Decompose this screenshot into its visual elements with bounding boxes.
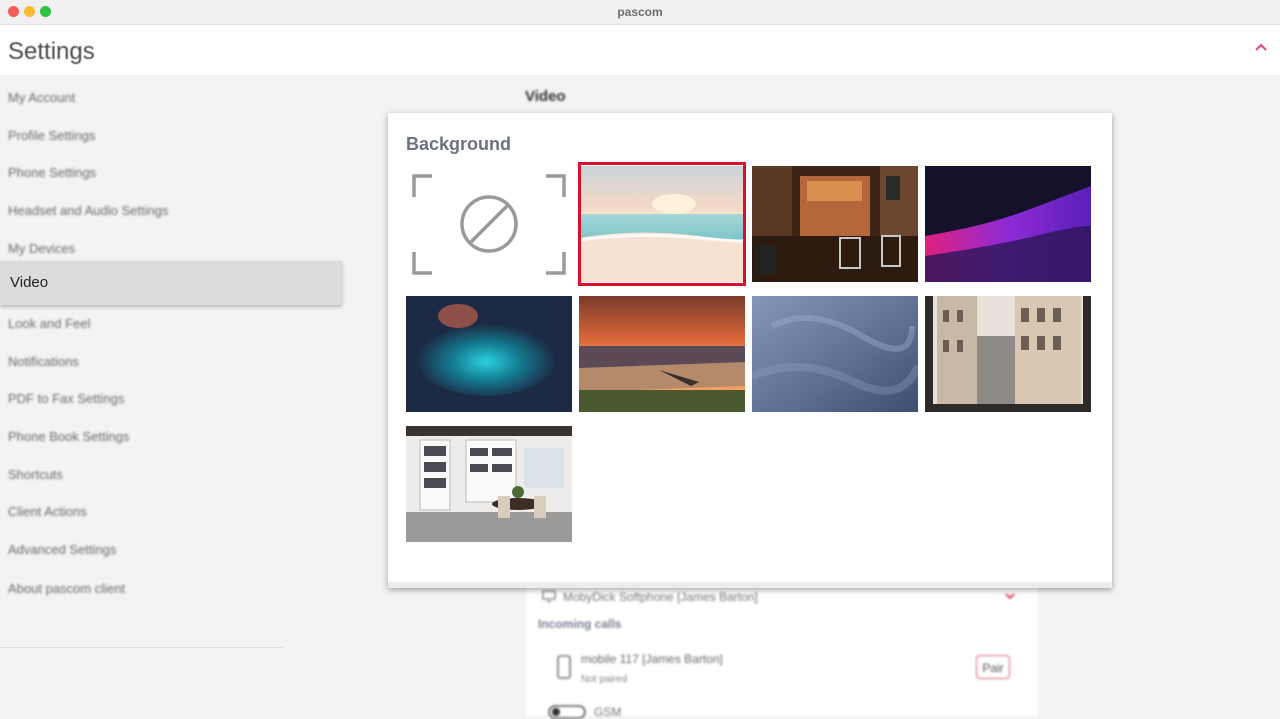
sidebar-item-headset-audio[interactable]: Headset and Audio Settings xyxy=(8,203,168,218)
no-background-icon xyxy=(412,174,566,275)
sidebar-item-label: Video xyxy=(10,274,49,291)
gsm-toggle[interactable] xyxy=(548,705,586,719)
sidebar-item-phone-book[interactable]: Phone Book Settings xyxy=(8,429,129,444)
devices-panel: MobyDick Softphone [James Barton] Incomi… xyxy=(526,585,1038,719)
settings-sidebar: My Account Profile Settings Phone Settin… xyxy=(0,78,342,708)
chevron-up-icon[interactable] xyxy=(1254,41,1268,55)
softphone-device-name: MobyDick Softphone [James Barton] xyxy=(563,590,758,604)
section-title: Video xyxy=(525,88,566,105)
background-option-beach[interactable] xyxy=(579,166,745,282)
header: Settings xyxy=(0,25,1280,75)
modal-title: Background xyxy=(406,134,512,154)
blue-texture-thumbnail xyxy=(752,296,918,412)
sidebar-item-shortcuts[interactable]: Shortcuts xyxy=(8,467,63,482)
background-option-blue-texture[interactable] xyxy=(752,296,918,412)
modal-footer xyxy=(388,582,1112,588)
background-option-blue-aurora[interactable] xyxy=(406,296,572,412)
background-option-none[interactable] xyxy=(406,166,572,282)
sidebar-item-advanced-settings[interactable]: Advanced Settings xyxy=(8,542,116,557)
sidebar-item-my-devices[interactable]: My Devices xyxy=(8,241,75,256)
sidebar-item-phone-settings[interactable]: Phone Settings xyxy=(8,165,96,180)
city-street-thumbnail xyxy=(925,296,1091,412)
pair-button[interactable]: Pair xyxy=(976,655,1010,679)
background-picker-modal: Background xyxy=(388,113,1112,588)
page-title: Settings xyxy=(8,38,95,65)
sidebar-item-profile-settings[interactable]: Profile Settings xyxy=(8,128,95,143)
gsm-label: GSM xyxy=(594,705,622,719)
background-option-office-library[interactable] xyxy=(406,426,572,542)
monitor-icon xyxy=(542,590,556,603)
window-titlebar: pascom xyxy=(0,0,1280,25)
background-option-cafe[interactable] xyxy=(752,166,918,282)
sidebar-item-look-and-feel[interactable]: Look and Feel xyxy=(8,316,90,331)
cafe-thumbnail xyxy=(752,166,918,282)
sidebar-item-pdf-to-fax[interactable]: PDF to Fax Settings xyxy=(8,391,124,406)
sidebar-item-client-actions[interactable]: Client Actions xyxy=(8,504,87,519)
window-title: pascom xyxy=(617,5,663,19)
purple-wave-thumbnail xyxy=(925,166,1091,282)
background-option-city-street[interactable] xyxy=(925,296,1091,412)
sidebar-item-my-account[interactable]: My Account xyxy=(8,90,75,105)
background-option-sunset-beach[interactable] xyxy=(579,296,745,412)
chevron-down-icon[interactable] xyxy=(1004,590,1016,602)
mobile-phone-icon xyxy=(557,655,571,679)
incoming-calls-label: Incoming calls xyxy=(538,617,622,631)
blue-aurora-thumbnail xyxy=(406,296,572,412)
mobile-device-name: mobile 117 [James Barton] xyxy=(581,652,723,666)
mobile-device-status: Not paired xyxy=(581,674,628,685)
sidebar-item-notifications[interactable]: Notifications xyxy=(8,354,79,369)
beach-thumbnail xyxy=(579,166,745,282)
sunset-beach-thumbnail xyxy=(579,296,745,412)
sidebar-item-about[interactable]: About pascom client xyxy=(8,581,125,596)
sidebar-item-video[interactable]: Video xyxy=(0,261,342,305)
office-library-thumbnail xyxy=(406,426,572,542)
sidebar-divider xyxy=(0,647,284,648)
background-option-purple-wave[interactable] xyxy=(925,166,1091,282)
